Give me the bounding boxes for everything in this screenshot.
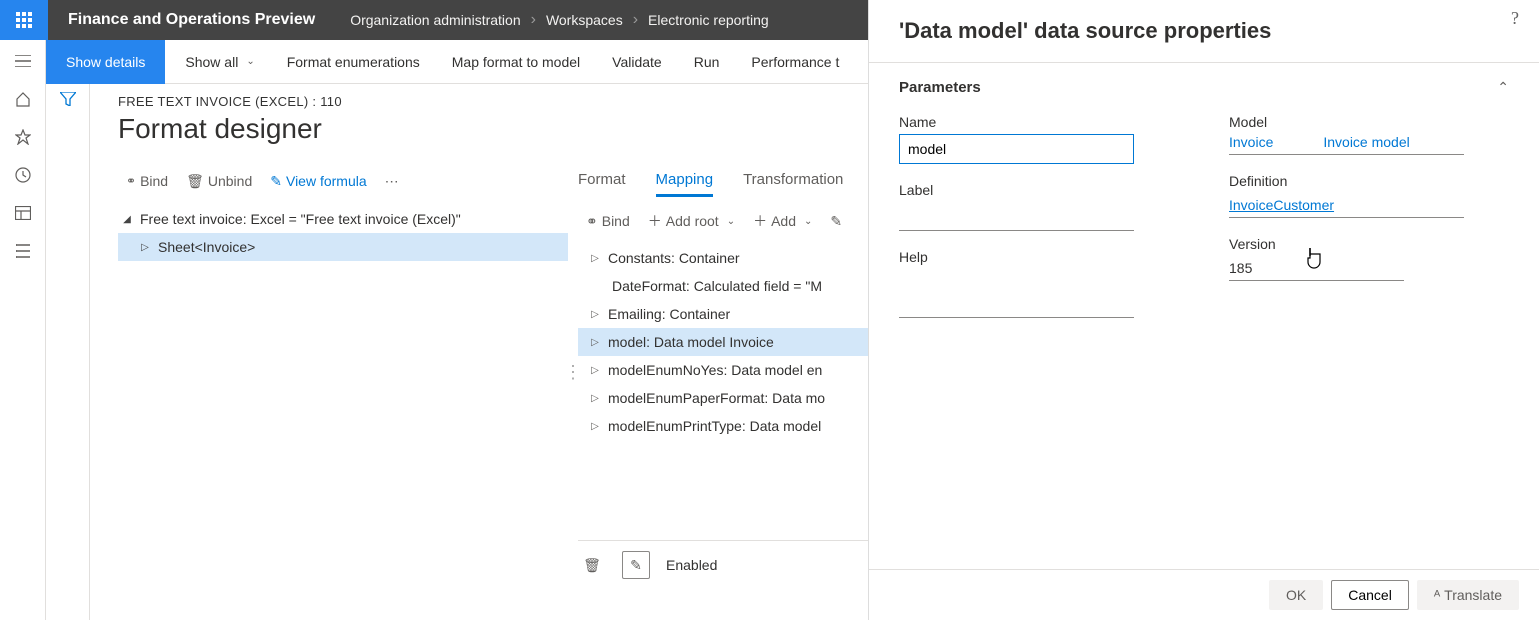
model-link-1[interactable]: Invoice	[1229, 134, 1273, 150]
chevron-right-icon: ›	[625, 11, 646, 29]
recent-icon[interactable]	[14, 166, 32, 184]
breadcrumb-item[interactable]: Electronic reporting	[648, 12, 769, 28]
model-label: Model	[1229, 114, 1509, 130]
section-parameters: Parameters	[899, 79, 981, 96]
breadcrumb: Organization administration › Workspaces…	[335, 11, 768, 29]
unbind-button[interactable]: 🗑Unbind	[178, 169, 260, 194]
label-input[interactable]	[899, 202, 1134, 231]
link-icon: ⚭	[126, 174, 136, 188]
name-label: Name	[899, 114, 1179, 130]
tree-row[interactable]: ◢Free text invoice: Excel = "Free text i…	[118, 205, 568, 233]
more-button[interactable]: ⋯	[377, 169, 407, 194]
ok-button[interactable]: OK	[1269, 580, 1323, 610]
chevron-down-icon: ⌄	[246, 56, 254, 67]
expand-icon[interactable]: ▷	[590, 365, 600, 376]
menu-icon[interactable]	[14, 52, 32, 70]
expand-icon[interactable]: ▷	[590, 253, 600, 264]
breadcrumb-item[interactable]: Organization administration	[350, 12, 520, 28]
enabled-label: Enabled	[666, 557, 717, 573]
format-enumerations-button[interactable]: Format enumerations	[271, 40, 436, 84]
link-icon: ⚭	[586, 213, 598, 230]
trash-icon: 🗑	[186, 173, 204, 190]
name-input[interactable]	[899, 134, 1134, 164]
translate-icon: ᴬ	[1434, 587, 1440, 603]
version-value[interactable]: 185	[1229, 256, 1404, 281]
plus-icon: ＋	[648, 211, 662, 231]
edit-icon[interactable]: ✎	[622, 551, 650, 579]
map-format-button[interactable]: Map format to model	[436, 40, 596, 84]
workspace-icon[interactable]	[14, 204, 32, 222]
show-all-button[interactable]: Show all⌄	[169, 40, 270, 84]
expand-icon[interactable]: ▷	[590, 309, 600, 320]
breadcrumb-item[interactable]: Workspaces	[546, 12, 623, 28]
modules-icon[interactable]	[14, 242, 32, 260]
model-link-2[interactable]: Invoice model	[1323, 134, 1409, 150]
bind-button[interactable]: ⚭Bind	[578, 209, 638, 234]
app-launcher-icon[interactable]	[0, 0, 48, 40]
help-input[interactable]	[899, 289, 1134, 318]
app-title: Finance and Operations Preview	[48, 11, 335, 29]
tab-format[interactable]: Format	[578, 165, 626, 197]
validate-button[interactable]: Validate	[596, 40, 678, 84]
definition-link[interactable]: InvoiceCustomer	[1229, 197, 1334, 213]
expand-icon[interactable]: ▷	[140, 242, 150, 253]
label-label: Label	[899, 182, 1179, 198]
view-formula-button[interactable]: ✎View formula	[262, 169, 374, 194]
tree-row[interactable]: ▷Sheet<Invoice>	[118, 233, 568, 261]
pencil-icon: ✎	[270, 173, 282, 190]
tab-mapping[interactable]: Mapping	[656, 165, 714, 197]
chevron-up-icon[interactable]: ⌃	[1497, 79, 1509, 96]
performance-button[interactable]: Performance t	[735, 40, 855, 84]
expand-icon[interactable]: ▷	[590, 337, 600, 348]
pencil-icon: ✎	[830, 213, 842, 230]
filter-icon[interactable]	[60, 92, 76, 620]
translate-button[interactable]: ᴬTranslate	[1417, 580, 1519, 610]
delete-icon[interactable]: 🗑	[578, 551, 606, 579]
nav-rail	[0, 40, 46, 620]
cancel-button[interactable]: Cancel	[1331, 580, 1409, 610]
chevron-right-icon: ›	[523, 11, 544, 29]
collapse-icon[interactable]: ◢	[122, 214, 132, 225]
show-details-button[interactable]: Show details	[46, 40, 165, 84]
splitter-handle[interactable]	[568, 165, 578, 579]
add-button[interactable]: ＋Add⌄	[745, 207, 820, 235]
edit-button[interactable]: ✎	[822, 209, 850, 234]
help-icon[interactable]: ?	[1511, 8, 1519, 29]
help-label: Help	[899, 249, 1179, 265]
definition-label: Definition	[1229, 173, 1509, 189]
expand-icon[interactable]: ▷	[590, 421, 600, 432]
add-root-button[interactable]: ＋Add root⌄	[640, 207, 743, 235]
home-icon[interactable]	[14, 90, 32, 108]
run-button[interactable]: Run	[678, 40, 736, 84]
chevron-down-icon: ⌄	[727, 216, 735, 227]
plus-icon: ＋	[753, 211, 767, 231]
panel-title: 'Data model' data source properties	[869, 0, 1539, 62]
properties-panel: ? 'Data model' data source properties Pa…	[868, 0, 1539, 620]
bind-button[interactable]: ⚭Bind	[118, 169, 176, 193]
chevron-down-icon: ⌄	[804, 216, 812, 227]
version-label: Version	[1229, 236, 1509, 252]
star-icon[interactable]	[14, 128, 32, 146]
tab-transformations[interactable]: Transformation	[743, 165, 843, 197]
expand-icon[interactable]: ▷	[590, 393, 600, 404]
